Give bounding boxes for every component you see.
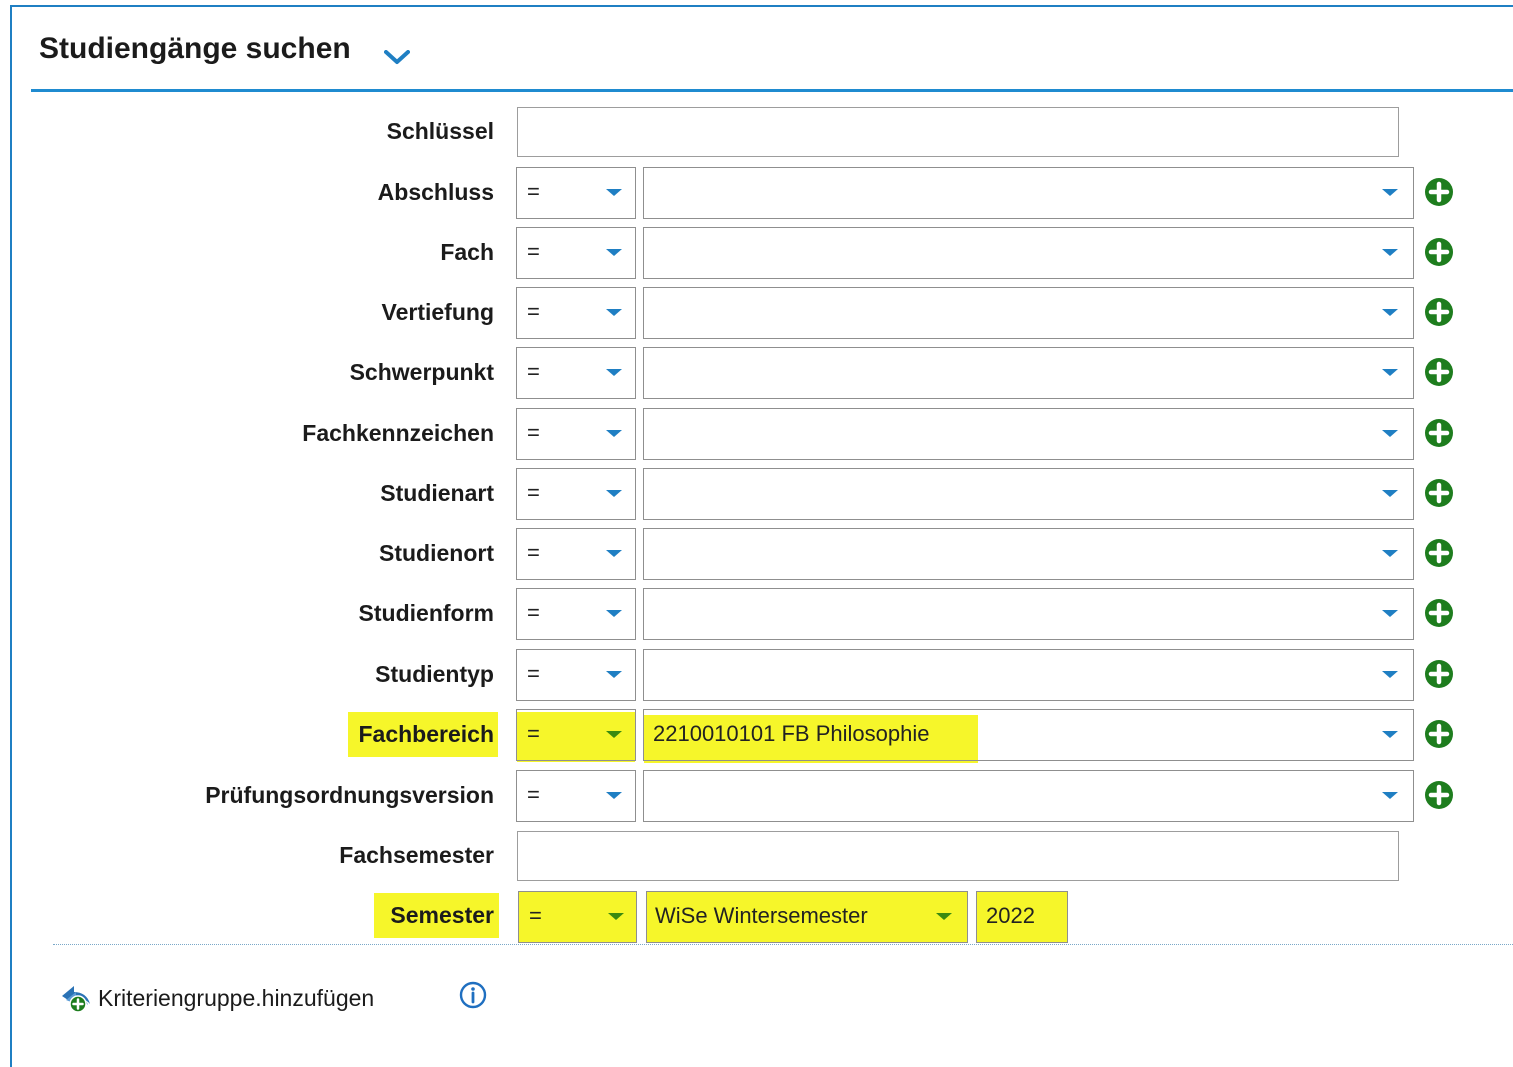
operator-value: = bbox=[527, 782, 540, 807]
label-schluessel: Schlüssel bbox=[386, 118, 494, 144]
studienart-operator-select[interactable]: = bbox=[516, 468, 636, 520]
operator-value: = bbox=[527, 359, 540, 384]
chevron-down-icon bbox=[1382, 731, 1398, 738]
chevron-down-icon bbox=[1382, 369, 1398, 376]
operator-value: = bbox=[527, 179, 540, 204]
label-fachbereich: Fachbereich bbox=[358, 721, 495, 747]
label-studientyp: Studientyp bbox=[375, 661, 494, 687]
label-semester: Semester bbox=[390, 902, 494, 928]
semester-year-input[interactable]: 2022 bbox=[976, 891, 1068, 943]
add-criterion-plus-icon[interactable] bbox=[1424, 237, 1454, 267]
vertiefung-operator-select[interactable]: = bbox=[516, 287, 636, 339]
semester-operator-select[interactable]: = bbox=[518, 891, 637, 943]
chevron-down-icon bbox=[606, 430, 622, 437]
add-criterion-plus-icon[interactable] bbox=[1424, 418, 1454, 448]
schluessel-input[interactable] bbox=[517, 107, 1399, 157]
chevron-down-icon bbox=[1382, 430, 1398, 437]
info-icon[interactable] bbox=[458, 980, 488, 1010]
chevron-down-icon bbox=[606, 249, 622, 256]
operator-value: = bbox=[527, 239, 540, 264]
chevron-down-icon bbox=[606, 550, 622, 557]
label-schwerpunkt: Schwerpunkt bbox=[349, 359, 494, 385]
chevron-down-icon bbox=[1382, 249, 1398, 256]
year-value: 2022 bbox=[986, 903, 1035, 928]
header-divider bbox=[31, 89, 1513, 92]
fachsemester-input[interactable] bbox=[517, 831, 1399, 881]
chevron-down-icon bbox=[606, 369, 622, 376]
add-group-label: Kriteriengruppe.hinzufügen bbox=[98, 984, 375, 1011]
operator-value: = bbox=[527, 600, 540, 625]
pruefungsordnungsversion-operator-select[interactable]: = bbox=[516, 770, 636, 822]
studientyp-value-select[interactable] bbox=[643, 649, 1414, 701]
label-studienart: Studienart bbox=[380, 480, 494, 506]
chevron-down-icon bbox=[606, 189, 622, 196]
fachkennzeichen-operator-select[interactable]: = bbox=[516, 408, 636, 460]
select-value: WiSe Wintersemester bbox=[655, 903, 868, 928]
abschluss-value-select[interactable] bbox=[643, 167, 1414, 219]
fachkennzeichen-value-select[interactable] bbox=[643, 408, 1414, 460]
studienform-operator-select[interactable]: = bbox=[516, 588, 636, 640]
abschluss-operator-select[interactable]: = bbox=[516, 167, 636, 219]
studientyp-operator-select[interactable]: = bbox=[516, 649, 636, 701]
chevron-down-icon bbox=[1382, 671, 1398, 678]
fach-operator-select[interactable]: = bbox=[516, 227, 636, 279]
add-criterion-plus-icon[interactable] bbox=[1424, 780, 1454, 810]
label-pruefungsordnungsversion: Prüfungsordnungsversion bbox=[205, 782, 494, 808]
chevron-down-icon bbox=[936, 913, 952, 920]
studienort-operator-select[interactable]: = bbox=[516, 528, 636, 580]
label-vertiefung: Vertiefung bbox=[381, 299, 494, 325]
operator-value: = bbox=[529, 903, 542, 928]
add-criterion-plus-icon[interactable] bbox=[1424, 538, 1454, 568]
add-criterion-plus-icon[interactable] bbox=[1424, 177, 1454, 207]
operator-value: = bbox=[527, 480, 540, 505]
chevron-down-icon bbox=[1382, 792, 1398, 799]
add-criterion-plus-icon[interactable] bbox=[1424, 598, 1454, 628]
chevron-down-icon bbox=[606, 792, 622, 799]
chevron-down-icon bbox=[1382, 610, 1398, 617]
vertiefung-value-select[interactable] bbox=[643, 287, 1414, 339]
chevron-down-icon bbox=[606, 731, 622, 738]
label-fachkennzeichen: Fachkennzeichen bbox=[302, 420, 494, 446]
operator-value: = bbox=[527, 420, 540, 445]
add-group-icon bbox=[62, 986, 90, 1013]
chevron-down-icon bbox=[606, 610, 622, 617]
studienart-value-select[interactable] bbox=[643, 468, 1414, 520]
label-studienform: Studienform bbox=[358, 600, 494, 626]
label-abschluss: Abschluss bbox=[377, 179, 494, 205]
section-divider bbox=[53, 944, 1513, 945]
add-criterion-plus-icon[interactable] bbox=[1424, 357, 1454, 387]
chevron-down-icon bbox=[606, 671, 622, 678]
add-criterion-plus-icon[interactable] bbox=[1424, 478, 1454, 508]
label-fachsemester: Fachsemester bbox=[339, 842, 494, 868]
chevron-down-icon bbox=[608, 913, 624, 920]
semester-term-select[interactable]: WiSe Wintersemester bbox=[646, 891, 968, 943]
add-criterion-plus-icon[interactable] bbox=[1424, 719, 1454, 749]
chevron-down-icon bbox=[1382, 189, 1398, 196]
label-studienort: Studienort bbox=[379, 540, 494, 566]
add-criterion-plus-icon[interactable] bbox=[1424, 297, 1454, 327]
panel-title: Studiengänge suchen bbox=[39, 32, 351, 65]
fachbereich-operator-select[interactable]: = bbox=[516, 709, 636, 761]
schwerpunkt-value-select[interactable] bbox=[643, 347, 1414, 399]
label-fach: Fach bbox=[440, 239, 494, 265]
add-criteria-group-link[interactable]: Kriteriengruppe.hinzufügen bbox=[58, 982, 374, 1014]
operator-value: = bbox=[527, 540, 540, 565]
studienort-value-select[interactable] bbox=[643, 528, 1414, 580]
chevron-down-icon bbox=[606, 490, 622, 497]
operator-value: = bbox=[527, 661, 540, 686]
schwerpunkt-operator-select[interactable]: = bbox=[516, 347, 636, 399]
select-value: 2210010101 FB Philosophie bbox=[653, 721, 930, 746]
fach-value-select[interactable] bbox=[643, 227, 1414, 279]
add-criterion-plus-icon[interactable] bbox=[1424, 659, 1454, 689]
chevron-down-icon bbox=[606, 309, 622, 316]
operator-value: = bbox=[527, 299, 540, 324]
chevron-down-icon bbox=[1382, 550, 1398, 557]
chevron-down-icon[interactable] bbox=[384, 50, 410, 71]
studienform-value-select[interactable] bbox=[643, 588, 1414, 640]
chevron-down-icon bbox=[1382, 309, 1398, 316]
pruefungsordnungsversion-value-select[interactable] bbox=[643, 770, 1414, 822]
operator-value: = bbox=[527, 721, 540, 746]
fachbereich-value-select[interactable]: 2210010101 FB Philosophie bbox=[643, 709, 1414, 761]
chevron-down-icon bbox=[1382, 490, 1398, 497]
